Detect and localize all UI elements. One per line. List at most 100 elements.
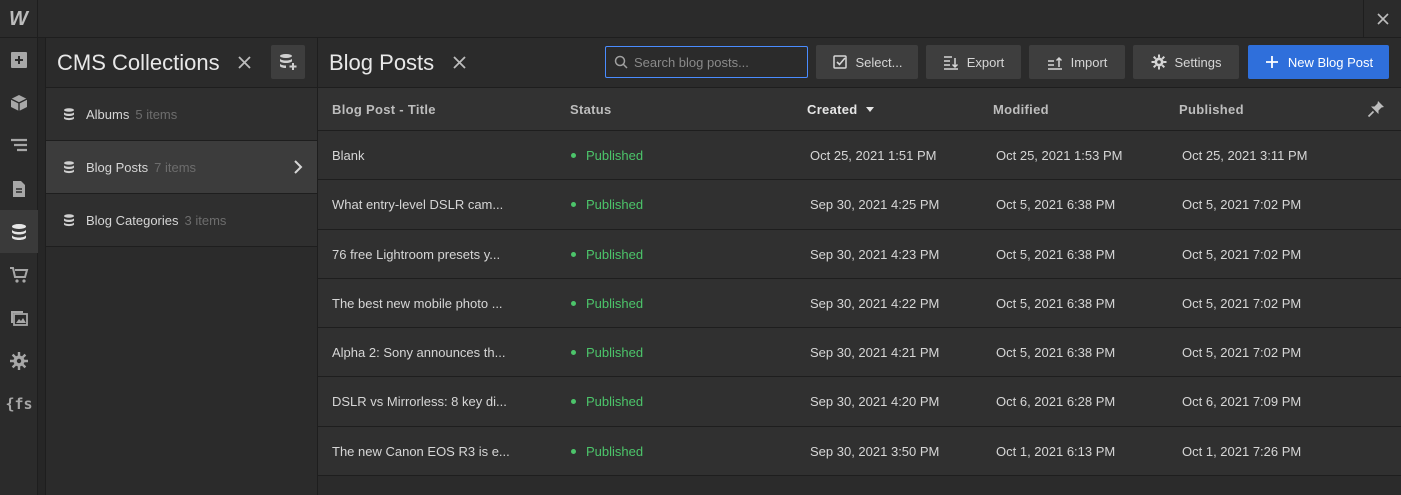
collections-title: CMS Collections [57,49,220,75]
search-input[interactable] [634,54,804,70]
table-header: Blog Post - Title Status Created Modifie… [318,88,1401,131]
import-icon [1047,56,1062,70]
collection-item-blog-categories[interactable]: Blog Categories 3 items [46,194,317,247]
collections-header: CMS Collections [46,38,317,88]
cell-status: Published [571,345,643,360]
cell-title: The best new mobile photo ... [332,295,503,311]
left-toolbar: {fs [0,38,38,495]
cell-title: Blank [332,148,365,163]
export-icon [943,56,958,70]
chevron-right-icon [294,160,303,174]
cell-title: What entry-level DSLR cam... [332,197,504,213]
cell-published: Oct 5, 2021 7:02 PM [1182,345,1302,361]
cell-created: Oct 25, 2021 1:51 PM [810,148,937,163]
checkbox-select-icon [832,55,847,69]
status-dot-icon [571,448,576,454]
cell-published: Oct 5, 2021 7:02 PM [1182,246,1302,262]
collection-name: Blog Categories [86,212,179,228]
column-header-modified[interactable]: Modified [993,102,1049,117]
table-row[interactable]: The new Canon EOS R3 is e... Published Sep… [318,426,1401,477]
collection-count: 5 items [135,106,178,122]
cell-published: Oct 25, 2021 3:11 PM [1182,148,1308,163]
cell-modified: Oct 5, 2021 6:38 PM [996,246,1116,262]
add-database-icon [280,54,297,70]
top-bar: W [0,0,1401,38]
column-header-published[interactable]: Published [1179,102,1244,117]
cms-collections-panel: CMS Collections Albums 5 items Blog Post… [45,38,318,495]
cell-created: Sep 30, 2021 4:22 PM [810,295,940,311]
close-collections-icon[interactable] [236,54,254,72]
collection-item-albums[interactable]: Albums 5 items [46,88,317,141]
cell-title: 76 free Lightroom presets y... [332,246,501,262]
cell-status: Published [571,148,643,163]
table-row[interactable]: DSLR vs Mirrorless: 8 key di... Published… [318,377,1401,427]
table-row[interactable]: Alpha 2: Sony announces th... Published Se… [318,328,1401,378]
gear-icon [1151,54,1166,70]
assets-icon[interactable] [0,296,38,339]
cell-modified: Oct 5, 2021 6:38 PM [996,295,1116,311]
finsweet-icon[interactable]: {fs [0,382,38,425]
cell-published: Oct 5, 2021 7:02 PM [1182,295,1302,311]
status-dot-icon [571,399,576,405]
search-field[interactable] [605,46,808,78]
cell-created: Sep 30, 2021 4:25 PM [810,197,940,213]
cell-status: Published [571,296,643,311]
page-title: Blog Posts [329,49,435,75]
cell-created: Sep 30, 2021 4:23 PM [810,246,940,262]
cms-database-icon[interactable] [0,210,38,253]
blog-posts-panel: Blog Posts Select... Export Import Setti… [318,38,1401,495]
close-collection-icon[interactable] [450,54,468,72]
webflow-logo[interactable]: W [0,0,38,38]
cell-status: Published [571,247,643,262]
add-icon[interactable] [0,38,38,81]
cell-status: Published [571,444,643,459]
settings-gear-icon[interactable] [0,339,38,382]
cube-icon[interactable] [0,81,38,124]
cell-modified: Oct 1, 2021 6:13 PM [996,443,1116,459]
settings-button[interactable]: Settings [1133,45,1239,79]
column-header-status[interactable]: Status [570,102,612,117]
cell-created: Sep 30, 2021 4:21 PM [810,345,940,361]
cell-title: The new Canon EOS R3 is e... [332,443,510,459]
pin-icon[interactable] [1367,100,1385,118]
cell-modified: Oct 5, 2021 6:38 PM [996,197,1116,213]
collection-count: 7 items [154,159,197,175]
table-row[interactable]: What entry-level DSLR cam... Published Sep… [318,180,1401,230]
table-row[interactable]: 76 free Lightroom presets y... Published S… [318,229,1401,279]
status-dot-icon [571,350,576,356]
close-icon[interactable] [1363,0,1401,38]
cell-modified: Oct 25, 2021 1:53 PM [996,148,1123,163]
cell-status: Published [571,197,643,212]
table-row[interactable]: Blank Published Oct 25, 2021 1:51 PM Oct 25… [318,131,1401,181]
search-icon [614,55,628,69]
status-dot-icon [571,300,576,306]
collection-name: Albums [86,106,130,122]
status-dot-icon [571,153,576,158]
cell-created: Sep 30, 2021 4:20 PM [810,394,940,410]
collection-name: Blog Posts [86,159,149,175]
cell-title: DSLR vs Mirrorless: 8 key di... [332,394,507,410]
add-collection-button[interactable] [271,45,305,79]
cell-modified: Oct 5, 2021 6:38 PM [996,345,1116,361]
database-icon [64,108,74,121]
select-button[interactable]: Select... [816,45,918,79]
pages-icon[interactable] [0,167,38,210]
new-blog-post-button[interactable]: New Blog Post [1248,45,1389,79]
sort-desc-icon [865,107,874,112]
navigator-icon[interactable] [0,124,38,167]
table-row[interactable]: The best new mobile photo ... Published Se… [318,278,1401,329]
ecommerce-cart-icon[interactable] [0,253,38,296]
database-icon [64,161,74,174]
plus-icon [1265,56,1278,68]
cell-modified: Oct 6, 2021 6:28 PM [996,394,1116,410]
import-button[interactable]: Import [1029,45,1125,79]
export-button[interactable]: Export [926,45,1021,79]
status-dot-icon [571,202,576,208]
blog-posts-header: Blog Posts Select... Export Import Setti… [318,38,1401,88]
column-header-created[interactable]: Created [807,102,874,117]
cell-published: Oct 5, 2021 7:02 PM [1182,197,1302,213]
status-dot-icon [571,251,576,257]
collection-item-blog-posts[interactable]: Blog Posts 7 items [46,141,317,194]
column-header-title[interactable]: Blog Post - Title [332,102,436,117]
database-icon [64,214,74,227]
